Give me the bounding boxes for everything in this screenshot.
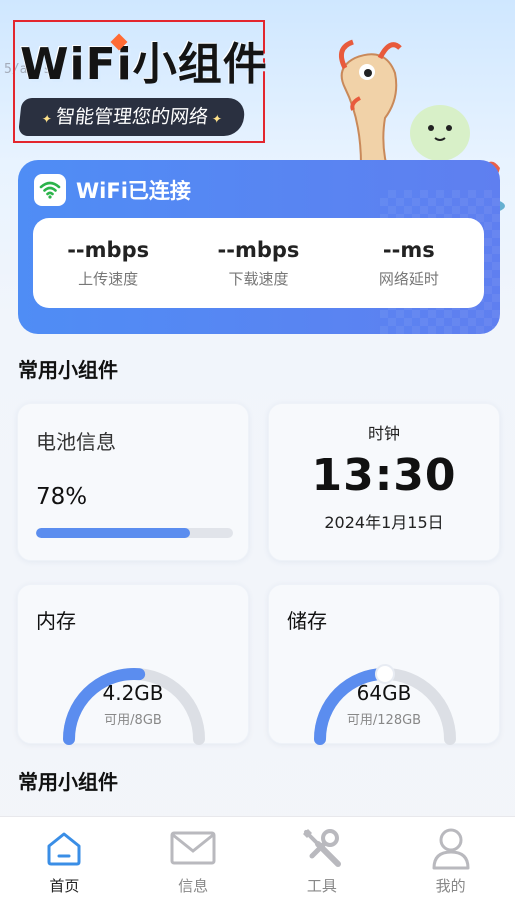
app-title: WiFi小组件	[20, 39, 268, 90]
battery-label: 电池信息	[36, 430, 116, 454]
tab-messages-label: 信息	[178, 877, 209, 895]
tab-profile[interactable]: 我的	[386, 817, 515, 900]
tab-profile-label: 我的	[435, 877, 466, 895]
latency-label: 网络延时	[378, 270, 439, 288]
clock-date: 2024年1月15日	[324, 513, 444, 532]
wrench-icon	[298, 825, 346, 871]
battery-progress-fill	[36, 528, 190, 538]
memory-sub: 可用/8GB	[104, 713, 162, 728]
wifi-status-text: WiFi已连接	[76, 179, 191, 203]
tab-home-label: 首页	[49, 877, 80, 895]
app-subtitle: ✦ 智能管理您的网络 ✦	[18, 98, 247, 136]
clock-widget[interactable]: 时钟 13:30 2024年1月15日	[268, 403, 500, 561]
latency-stat: --ms 网络延时	[334, 218, 484, 308]
download-speed-label: 下载速度	[228, 270, 289, 288]
battery-percent: 78%	[36, 484, 88, 510]
memory-value: 4.2GB	[102, 681, 164, 705]
home-icon	[40, 825, 88, 871]
wifi-header: WiFi已连接	[34, 174, 191, 206]
clock-time: 13:30	[311, 450, 457, 501]
network-stats-panel: --mbps 上传速度 --mbps 下载速度 --ms 网络延时	[33, 218, 484, 308]
storage-value: 64GB	[356, 681, 412, 705]
wifi-icon	[34, 174, 66, 206]
tab-messages[interactable]: 信息	[129, 817, 258, 900]
section-title-common-widgets-2: 常用小组件	[18, 770, 118, 794]
tab-home[interactable]: 首页	[0, 817, 129, 900]
download-speed-stat: --mbps 下载速度	[183, 218, 333, 308]
storage-widget[interactable]: 储存 64GB 可用/128GB	[268, 584, 500, 745]
upload-speed-stat: --mbps 上传速度	[33, 218, 183, 308]
section-title-common-widgets: 常用小组件	[18, 358, 118, 382]
storage-sub: 可用/128GB	[346, 713, 422, 728]
tab-tools[interactable]: 工具	[258, 817, 387, 900]
upload-speed-label: 上传速度	[78, 270, 139, 288]
memory-widget[interactable]: 内存 4.2GB 可用/8GB	[17, 584, 249, 745]
app-subtitle-text: 智能管理您的网络	[54, 106, 210, 128]
battery-widget[interactable]: 电池信息 78%	[17, 403, 249, 561]
download-speed-value: --mbps	[217, 238, 300, 262]
wifi-status-card[interactable]: WiFi已连接 --mbps 上传速度 --mbps 下载速度 --ms 网络延…	[18, 160, 500, 334]
mail-icon	[169, 825, 217, 871]
battery-progress-bar	[36, 528, 233, 538]
tab-tools-label: 工具	[306, 877, 337, 895]
user-icon	[427, 825, 475, 871]
clock-label: 时钟	[367, 424, 400, 443]
latency-value: --ms	[382, 238, 435, 262]
bottom-tab-bar: 首页 信息 工具 我的	[0, 816, 515, 900]
upload-speed-value: --mbps	[67, 238, 150, 262]
